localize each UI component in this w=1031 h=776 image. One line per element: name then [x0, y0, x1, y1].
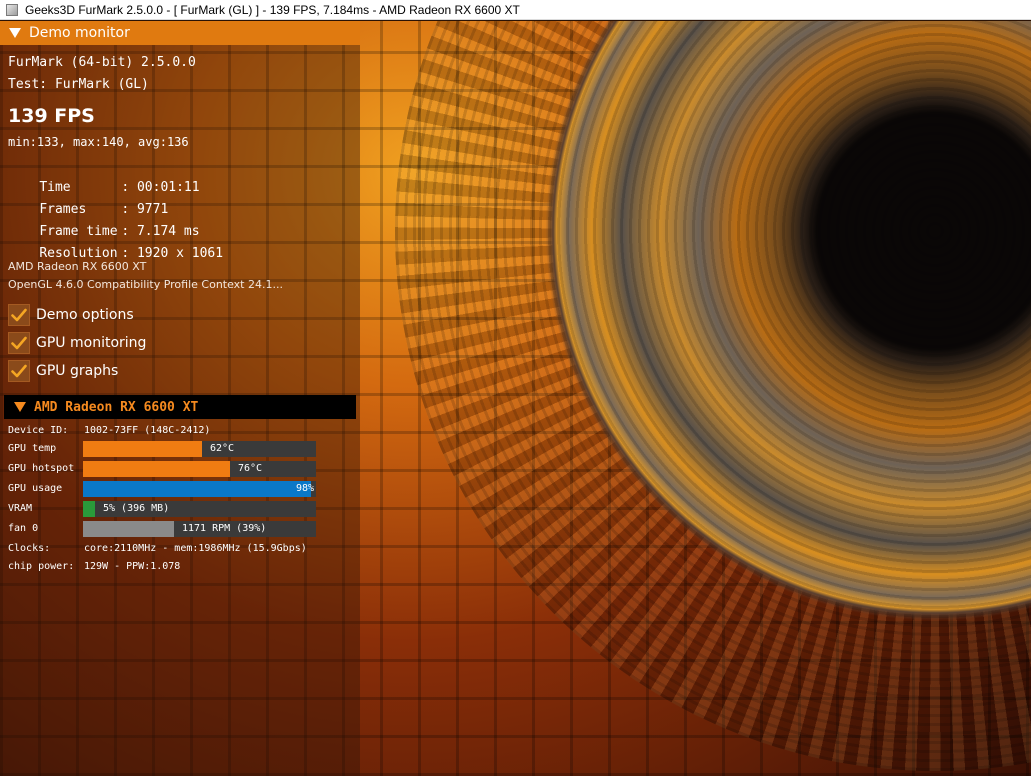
bar-value: 98% — [296, 483, 315, 494]
bar-value: 5% (396 MB) — [103, 503, 170, 514]
checkbox-label: GPU monitoring — [36, 335, 147, 351]
checkbox-box[interactable] — [8, 332, 30, 354]
fps-stats: min:133, max:140, avg:136 — [8, 135, 189, 149]
stat-key: Resolution — [39, 246, 118, 261]
vram-bar: 5% (396 MB) — [83, 501, 316, 517]
checkbox-gpu-graphs[interactable]: GPU graphs — [8, 360, 118, 382]
demo-monitor-title: Demo monitor — [29, 25, 130, 41]
collapse-triangle-icon — [9, 28, 21, 38]
bar-fill — [83, 521, 174, 537]
gpu-usage-bar: 98% — [83, 481, 316, 497]
checkbox-demo-options[interactable]: Demo options — [8, 304, 134, 326]
checkbox-gpu-monitoring[interactable]: GPU monitoring — [8, 332, 146, 354]
opengl-version: OpenGL 4.6.0 Compatibility Profile Conte… — [8, 278, 283, 291]
metric-label-fan: fan 0 — [8, 523, 39, 534]
bar-value: 1171 RPM (39%) — [182, 523, 267, 534]
checkbox-box[interactable] — [8, 304, 30, 326]
window-title: Geeks3D FurMark 2.5.0.0 - [ FurMark (GL)… — [25, 2, 520, 17]
test-name: Test: FurMark (GL) — [8, 77, 149, 92]
checkbox-label: Demo options — [36, 307, 134, 323]
metric-label-vram: VRAM — [8, 503, 33, 514]
chip-power-value: 129W - PPW:1.078 — [84, 561, 181, 572]
checkbox-box[interactable] — [8, 360, 30, 382]
window-title-bar[interactable]: Geeks3D FurMark 2.5.0.0 - [ FurMark (GL)… — [0, 0, 1031, 20]
stat-value: : 1920 x 1061 — [121, 246, 224, 261]
gpu-temp-bar: 62°C — [83, 441, 316, 457]
bar-fill — [83, 501, 95, 517]
app-window-icon — [6, 3, 18, 16]
gpu-section-title: AMD Radeon RX 6600 XT — [34, 399, 199, 415]
fur-texture-overlay — [395, 21, 1031, 771]
demo-monitor-header[interactable]: Demo monitor — [0, 21, 360, 45]
device-id-value: 1002-73FF (148C-2412) — [84, 425, 211, 436]
checkmark-icon — [11, 364, 27, 378]
bar-value: 76°C — [238, 463, 263, 474]
bar-value: 62°C — [210, 443, 235, 454]
device-id-label: Device ID: — [8, 425, 69, 436]
metric-label-gpu-hotspot: GPU hotspot — [8, 463, 75, 474]
gpu-hotspot-bar: 76°C — [83, 461, 316, 477]
metric-label-gpu-temp: GPU temp — [8, 443, 57, 454]
clocks-label: Clocks: — [8, 543, 51, 554]
collapse-triangle-icon — [14, 402, 26, 412]
bar-fill — [83, 441, 202, 457]
gpu-name: AMD Radeon RX 6600 XT — [8, 260, 147, 273]
checkbox-label: GPU graphs — [36, 363, 119, 379]
fan-bar: 1171 RPM (39%) — [83, 521, 316, 537]
checkmark-icon — [11, 336, 27, 350]
app-version: FurMark (64-bit) 2.5.0.0 — [8, 55, 196, 70]
chip-power-label: chip power: — [8, 561, 75, 572]
fps-counter: 139 FPS — [8, 105, 95, 127]
demo-monitor-panel: Demo monitor FurMark (64-bit) 2.5.0.0 Te… — [0, 21, 360, 776]
bar-fill — [83, 461, 230, 477]
clocks-value: core:2110MHz - mem:1986MHz (15.9Gbps) — [84, 543, 307, 554]
gpu-section-header[interactable]: AMD Radeon RX 6600 XT — [4, 395, 356, 419]
checkmark-icon — [11, 308, 27, 322]
bar-fill — [83, 481, 311, 497]
metric-label-gpu-usage: GPU usage — [8, 483, 63, 494]
